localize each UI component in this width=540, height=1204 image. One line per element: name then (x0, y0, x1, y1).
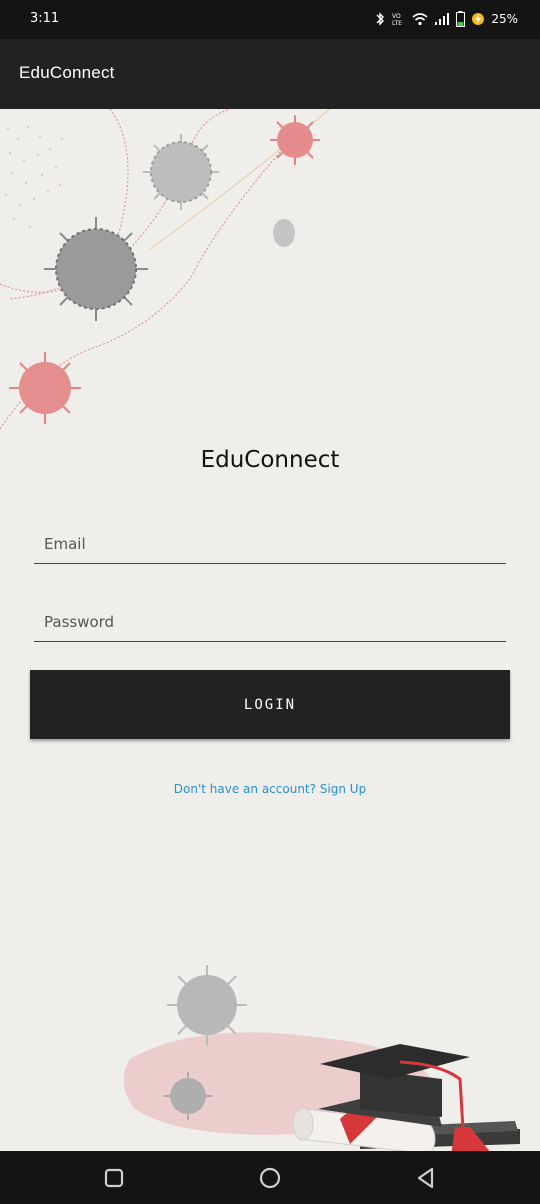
battery-icon (456, 11, 466, 27)
password-field[interactable] (34, 613, 506, 642)
charging-icon (472, 13, 485, 25)
svg-text:VO: VO (392, 13, 401, 20)
status-icons: VO LTE 25% (374, 9, 518, 29)
password-field-container (34, 612, 506, 642)
status-time: 3:11 (30, 11, 60, 26)
battery-percent: 25% (491, 12, 518, 26)
signal-icon (435, 13, 450, 25)
decorative-virus-illustration (0, 109, 331, 430)
recent-apps-icon[interactable] (100, 1164, 128, 1192)
email-field-container (34, 534, 506, 564)
login-screen: EduConnect LOGIN Don't have an account? … (0, 109, 540, 1151)
back-icon[interactable] (412, 1164, 440, 1192)
login-button[interactable]: LOGIN (30, 670, 510, 739)
volte-icon: VO LTE (392, 13, 402, 26)
email-field[interactable] (34, 535, 506, 564)
graduation-illustration (123, 965, 520, 1151)
home-icon[interactable] (256, 1164, 284, 1192)
brand-title: EduConnect (200, 447, 340, 473)
app-title: EduConnect (19, 63, 115, 82)
navigation-bar (0, 1151, 540, 1204)
status-bar: 3:11 VO LTE 25% (0, 0, 540, 39)
svg-text:LTE: LTE (392, 20, 402, 26)
app-bar: EduConnect (0, 39, 540, 109)
signup-link[interactable]: Don't have an account? Sign Up (0, 782, 540, 796)
bluetooth-icon (376, 12, 385, 26)
wifi-icon (412, 13, 428, 26)
